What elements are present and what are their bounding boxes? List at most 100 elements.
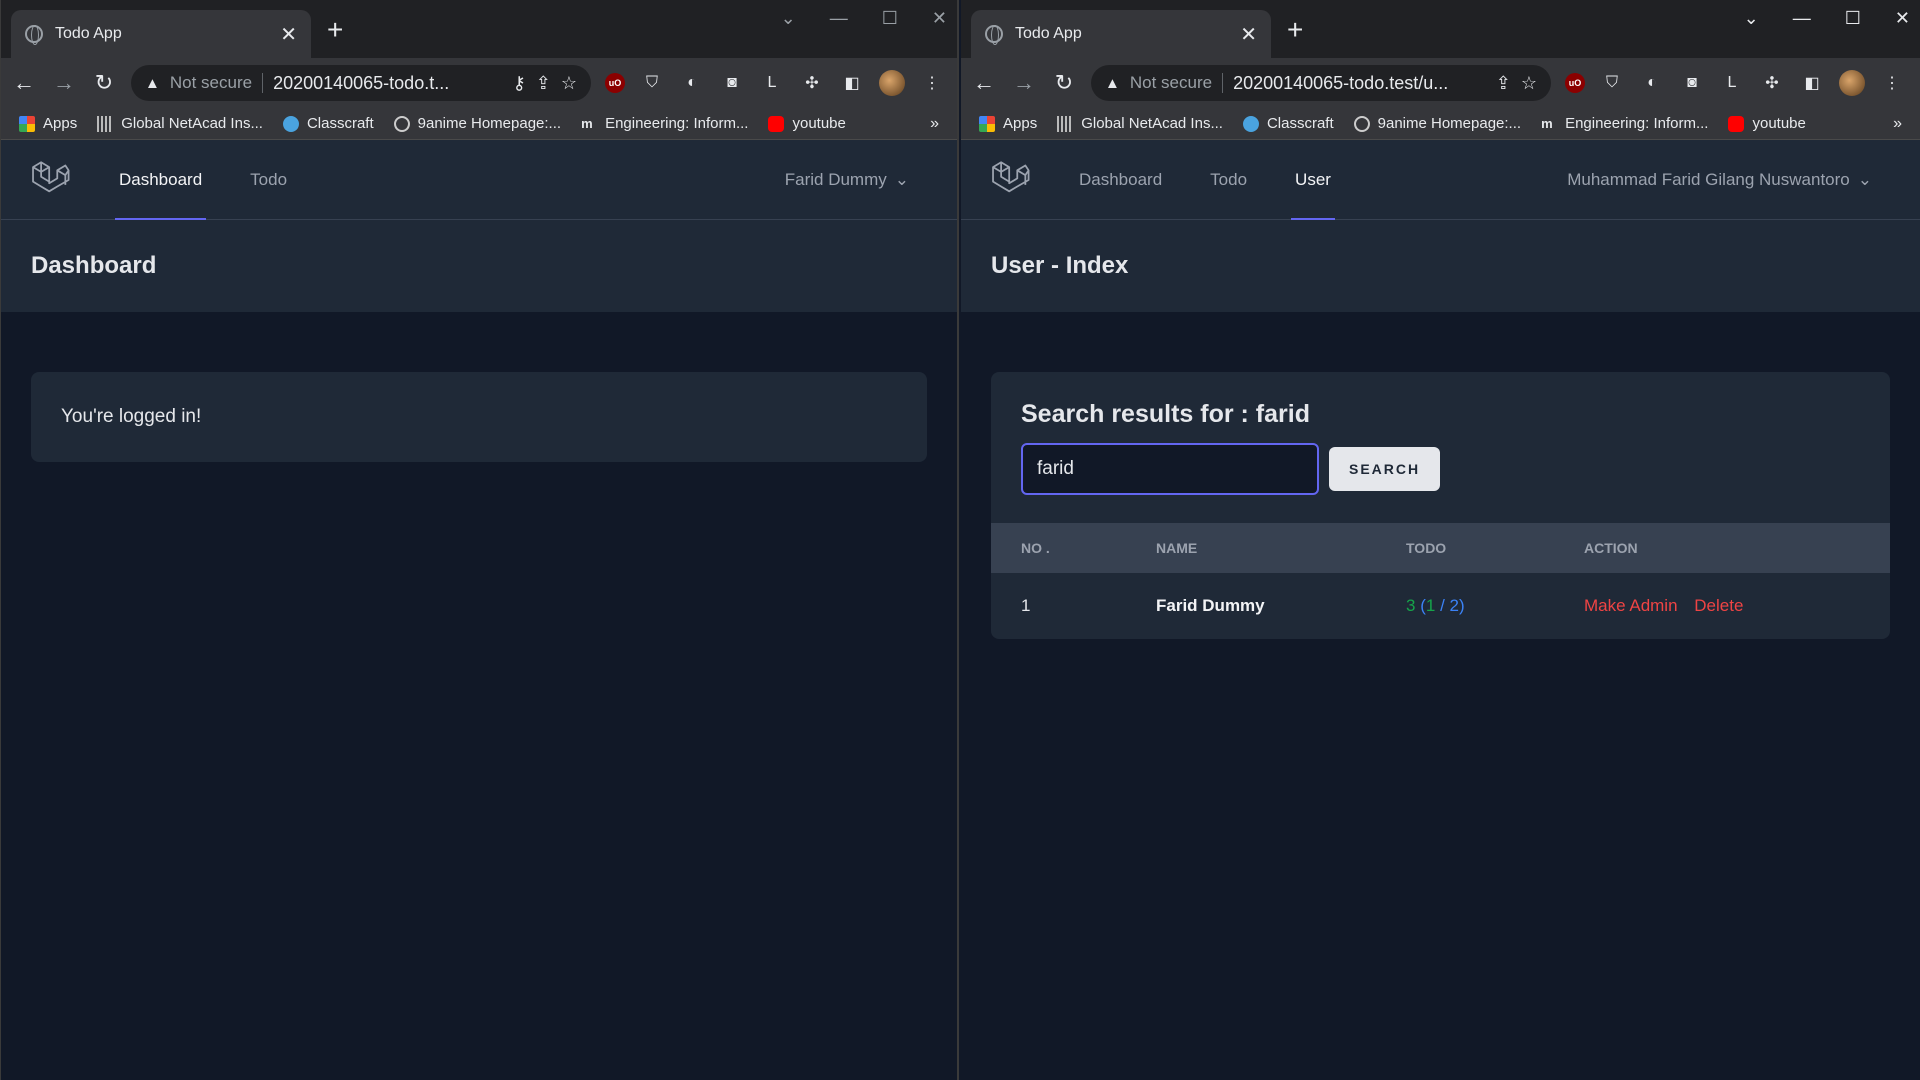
nav-link-dashboard[interactable]: Dashboard <box>1075 140 1166 219</box>
bookmark-label: Apps <box>1003 115 1038 132</box>
close-window-icon[interactable]: ✕ <box>932 8 947 29</box>
bookmark-apps[interactable]: Apps <box>19 115 77 132</box>
security-label: Not secure <box>169 73 253 92</box>
address-bar[interactable]: ▲ Not secure 20200140065-todo.t... ⚷ ⇪ ☆ <box>131 65 591 101</box>
search-button[interactable]: SEARCH <box>1329 447 1441 491</box>
l-extension-icon[interactable]: L <box>759 70 785 96</box>
netacad-icon <box>97 115 114 132</box>
globe-icon <box>1353 115 1370 132</box>
extension-icon[interactable]: ◐ <box>1639 70 1665 96</box>
close-icon[interactable]: ✕ <box>280 22 297 47</box>
url-text[interactable]: 20200140065-todo.test/u... <box>1233 73 1486 94</box>
youtube-icon <box>1728 115 1745 132</box>
browser-tab[interactable]: Todo App ✕ <box>971 10 1271 58</box>
bookmark-9anime[interactable]: 9anime Homepage:... <box>1353 115 1521 132</box>
user-dropdown[interactable]: Muhammad Farid Gilang Nuswantoro ⌄ <box>1567 140 1892 219</box>
make-admin-button[interactable]: Make Admin <box>1584 596 1678 615</box>
nav-link-user[interactable]: User <box>1291 140 1335 220</box>
shield-icon[interactable]: ⛉ <box>639 70 665 96</box>
status-card: You're logged in! <box>31 372 927 462</box>
laravel-logo-icon[interactable] <box>29 159 71 201</box>
address-bar[interactable]: ▲ Not secure 20200140065-todo.test/u... … <box>1091 65 1551 101</box>
menu-icon[interactable]: ⋮ <box>1879 70 1905 96</box>
window-controls: ⌄ — ☐ ✕ <box>781 8 947 29</box>
globe-icon <box>985 25 1003 45</box>
browser-window-right: Todo App ✕ + ⌄ — ☐ ✕ ← → ↻ ▲ Not secure … <box>961 0 1920 1080</box>
window-controls: ⌄ — ☐ ✕ <box>1744 8 1910 29</box>
minimize-icon[interactable]: — <box>830 8 848 29</box>
discord-icon[interactable]: ◙ <box>1679 70 1705 96</box>
medium-icon: m <box>1541 115 1553 131</box>
share-icon[interactable]: ⇪ <box>536 73 551 94</box>
table-row: 1 Farid Dummy 3 (1 / 2) Make Admin Delet… <box>991 573 1890 639</box>
chevron-down-icon[interactable]: ⌄ <box>781 8 796 29</box>
reload-icon[interactable]: ↻ <box>91 70 117 96</box>
todo-paren-close: ) <box>1458 596 1465 615</box>
search-results-heading: Search results for : farid <box>1021 400 1310 428</box>
star-icon[interactable]: ☆ <box>1521 73 1537 94</box>
bookmark-youtube[interactable]: youtube <box>768 115 846 132</box>
close-icon[interactable]: ✕ <box>1240 22 1257 47</box>
warning-icon: ▲ <box>1105 74 1120 92</box>
bookmark-apps[interactable]: Apps <box>979 115 1037 132</box>
delete-button[interactable]: Delete <box>1694 596 1743 615</box>
laravel-logo-icon[interactable] <box>989 159 1031 201</box>
discord-icon[interactable]: ◙ <box>719 70 745 96</box>
chevron-down-icon: ⌄ <box>1857 169 1872 189</box>
nav-link-todo[interactable]: Todo <box>1206 140 1251 219</box>
bookmark-netacad[interactable]: Global NetAcad Ins... <box>97 115 263 132</box>
nav-link-dashboard[interactable]: Dashboard <box>115 140 207 220</box>
back-icon[interactable]: ← <box>971 70 997 96</box>
avatar[interactable] <box>1839 70 1865 96</box>
maximize-icon[interactable]: ☐ <box>882 8 898 29</box>
maximize-icon[interactable]: ☐ <box>1845 8 1861 29</box>
classcraft-icon <box>1242 115 1259 132</box>
puzzle-icon[interactable]: ✣ <box>799 70 825 96</box>
bookmark-classcraft[interactable]: Classcraft <box>1242 115 1334 132</box>
apps-grid-icon <box>979 115 995 132</box>
tab-strip: Todo App ✕ + ⌄ — ☐ ✕ <box>1 0 957 58</box>
minimize-icon[interactable]: — <box>1793 8 1811 29</box>
extension-icon[interactable]: ◐ <box>679 70 705 96</box>
forward-icon[interactable]: → <box>1011 70 1037 96</box>
back-icon[interactable]: ← <box>11 70 37 96</box>
puzzle-icon[interactable]: ✣ <box>1759 70 1785 96</box>
ublock-icon[interactable]: uO <box>605 73 625 93</box>
chevron-down-icon[interactable]: ⌄ <box>1744 8 1759 29</box>
ublock-icon[interactable]: uO <box>1565 73 1585 93</box>
bookmark-engineering[interactable]: m Engineering: Inform... <box>581 115 748 132</box>
bookmark-netacad[interactable]: Global NetAcad Ins... <box>1057 115 1223 132</box>
more-bookmarks-icon[interactable]: » <box>1893 115 1902 133</box>
bookmark-youtube[interactable]: youtube <box>1728 115 1806 132</box>
netacad-icon <box>1057 115 1074 132</box>
bookmark-label: Classcraft <box>1266 115 1334 132</box>
star-icon[interactable]: ☆ <box>561 73 577 94</box>
tab-strip: Todo App ✕ + ⌄ — ☐ ✕ <box>961 0 1920 58</box>
table-header-row: NO . NAME TODO ACTION <box>991 523 1890 573</box>
sidepanel-icon[interactable]: ◧ <box>1799 70 1825 96</box>
search-input[interactable] <box>1021 443 1319 495</box>
forward-icon[interactable]: → <box>51 70 77 96</box>
avatar[interactable] <box>879 70 905 96</box>
reload-icon[interactable]: ↻ <box>1051 70 1077 96</box>
plus-icon[interactable]: + <box>1287 14 1303 46</box>
share-icon[interactable]: ⇪ <box>1496 73 1511 94</box>
user-dropdown[interactable]: Farid Dummy ⌄ <box>785 140 929 219</box>
sidepanel-icon[interactable]: ◧ <box>839 70 865 96</box>
key-icon[interactable]: ⚷ <box>513 73 526 94</box>
browser-toolbar: ← → ↻ ▲ Not secure 20200140065-todo.test… <box>961 58 1920 108</box>
browser-window-left: Todo App ✕ + ⌄ — ☐ ✕ ← → ↻ ▲ Not secure … <box>0 0 959 1080</box>
bookmark-label: youtube <box>792 115 846 132</box>
nav-link-todo[interactable]: Todo <box>246 140 291 219</box>
l-extension-icon[interactable]: L <box>1719 70 1745 96</box>
shield-icon[interactable]: ⛉ <box>1599 70 1625 96</box>
close-window-icon[interactable]: ✕ <box>1895 8 1910 29</box>
plus-icon[interactable]: + <box>327 14 343 46</box>
bookmark-9anime[interactable]: 9anime Homepage:... <box>393 115 561 132</box>
bookmark-engineering[interactable]: m Engineering: Inform... <box>1541 115 1708 132</box>
url-text[interactable]: 20200140065-todo.t... <box>273 73 503 94</box>
menu-icon[interactable]: ⋮ <box>919 70 945 96</box>
browser-tab[interactable]: Todo App ✕ <box>11 10 311 58</box>
more-bookmarks-icon[interactable]: » <box>930 115 939 133</box>
bookmark-classcraft[interactable]: Classcraft <box>282 115 374 132</box>
